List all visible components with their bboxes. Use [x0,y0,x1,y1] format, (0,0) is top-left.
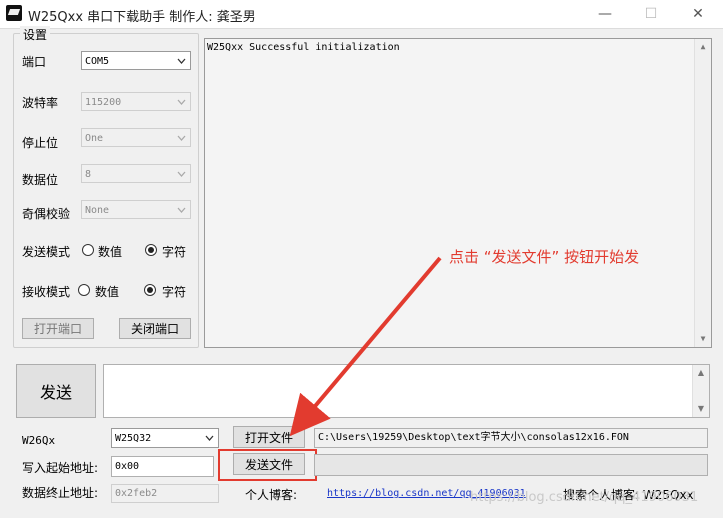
watermark: https://blog.csdn.net/qq_41906031 [470,490,699,505]
annotation-arrow [289,256,442,437]
arrow-line [289,256,442,437]
